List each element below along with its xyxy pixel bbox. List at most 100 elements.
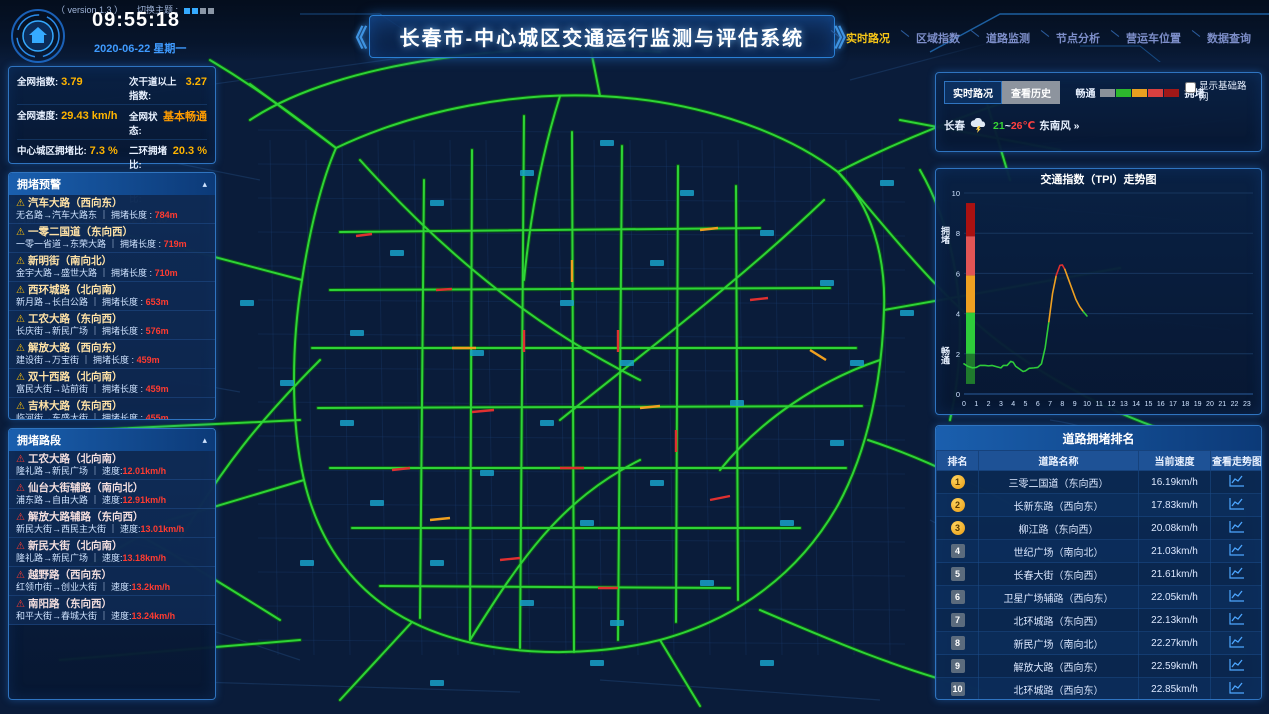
rank-speed: 21.61km/h (1139, 563, 1211, 586)
ranking-column-header: 排名 (937, 451, 979, 471)
svg-text:3: 3 (999, 401, 1003, 408)
congested-segments-panel: 拥堵路段 ▴ ⚠工农大路（北向南） 隆礼路→新民广场 ｜ 速度:12.01km/… (8, 428, 216, 700)
theme-swatch[interactable] (192, 8, 198, 14)
ranking-column-header: 查看走势图 (1211, 451, 1263, 471)
home-logo[interactable] (10, 8, 66, 69)
trend-chart-icon[interactable] (1229, 543, 1245, 556)
congestion-warning-title: 拥堵预警 (17, 176, 61, 192)
collapse-icon[interactable]: ▴ (202, 435, 207, 446)
nav-item[interactable]: 实时路况 (846, 30, 890, 46)
top-nav: 实时路况 区域指数 道路监测 节点分析 营运车位置 数据查询 (846, 30, 1251, 46)
warning-triangle-icon: ⚠ (16, 372, 25, 383)
trend-chart-icon[interactable] (1229, 589, 1245, 602)
rank-badge: 2 (951, 498, 965, 512)
warning-list-item[interactable]: ⚠西环城路（北向南） 新月路→长白公路 ｜ 拥堵长度 : 653m (9, 282, 215, 311)
alert-triangle-icon: ⚠ (16, 512, 25, 523)
trend-chart-icon[interactable] (1229, 497, 1245, 510)
trend-chart-icon[interactable] (1229, 566, 1245, 579)
rank-road-name: 卫星广场辅路（西向东） (979, 586, 1139, 609)
svg-text:6: 6 (1036, 401, 1040, 408)
alert-triangle-icon: ⚠ (16, 599, 25, 610)
svg-text:交通指数（TPI）走势图: 交通指数（TPI）走势图 (1040, 172, 1156, 186)
theme-swatches[interactable] (184, 8, 214, 14)
warning-list-item[interactable]: ⚠工农大路（东向西） 长庆街→新民广场 ｜ 拥堵长度 : 576m (9, 311, 215, 340)
congested-list-item[interactable]: ⚠工农大路（北向南） 隆礼路→新民广场 ｜ 速度:12.01km/h (9, 451, 215, 480)
tab-realtime[interactable]: 实时路况 (944, 81, 1002, 104)
warning-list-item[interactable]: ⚠汽车大路（西向东） 无名路→汽车大路东 ｜ 拥堵长度 : 784m (9, 195, 215, 224)
svg-text:13: 13 (1120, 401, 1128, 408)
tpi-line-chart: 交通指数（TPI）走势图0246810012345678910111213141… (936, 169, 1261, 414)
svg-text:18: 18 (1181, 401, 1189, 408)
trend-chart-icon[interactable] (1229, 474, 1245, 487)
nav-item[interactable]: 节点分析 (1056, 30, 1100, 46)
warning-list-item[interactable]: ⚠双十西路（北向南） 富民大街→站前街 ｜ 拥堵长度 : 459m (9, 369, 215, 398)
warning-list-item[interactable]: ⚠一零二国道（东向西） 一零一省道→东荣大路 ｜ 拥堵长度 : 719m (9, 224, 215, 253)
congested-list-item[interactable]: ⚠越野路（西向东） 红领巾街→创业大街 ｜ 速度:13.2km/h (9, 567, 215, 596)
rank-road-name: 解放大路（西向东） (979, 655, 1139, 678)
svg-text:0: 0 (956, 390, 960, 399)
rank-road-name: 长春大街（东向西） (979, 563, 1139, 586)
rank-badge: 3 (951, 521, 965, 535)
ranking-row: 5 长春大街（东向西） 21.61km/h (937, 563, 1263, 586)
page-title: 《 长春市-中心城区交通运行监测与评估系统 》 (368, 15, 835, 58)
warning-triangle-icon: ⚠ (16, 401, 25, 412)
svg-text:17: 17 (1169, 401, 1177, 408)
weather-city: 长春 (944, 118, 965, 133)
ranking-row: 10 北环城路（西向东） 22.85km/h (937, 678, 1263, 701)
weather-bar: 长春 21~26℃ 东南风 » (944, 118, 1253, 133)
show-base-network-toggle[interactable]: 显示基础路网 (1185, 81, 1253, 103)
rank-speed: 22.85km/h (1139, 678, 1211, 701)
svg-text:2: 2 (956, 350, 960, 359)
warning-list-item[interactable]: ⚠吉林大路（东向西） 临河街→东盛大街 ｜ 拥堵长度 : 455m (9, 398, 215, 420)
rank-road-name: 北环城路（东向西） (979, 609, 1139, 632)
overview-metric: 次干道以上指数:3.27 (129, 71, 207, 105)
congested-list-item[interactable]: ⚠新民大街（北向南） 隆礼路→新民广场 ｜ 速度:13.18km/h (9, 538, 215, 567)
base-network-label: 显示基础路网 (1199, 81, 1253, 103)
overview-metric: 中心城区拥堵比:7.3 % (17, 140, 129, 174)
svg-text:拥堵: 拥堵 (940, 225, 950, 245)
svg-text:15: 15 (1145, 401, 1153, 408)
theme-swatch[interactable] (200, 8, 206, 14)
rank-speed: 22.05km/h (1139, 586, 1211, 609)
trend-chart-icon[interactable] (1229, 520, 1245, 533)
congested-list-item[interactable]: ⚠仙台大街辅路（南向北） 浦东路→自由大路 ｜ 速度:12.91km/h (9, 480, 215, 509)
ranking-column-header: 当前速度 (1139, 451, 1211, 471)
alert-triangle-icon: ⚠ (16, 570, 25, 581)
warning-list-item[interactable]: ⚠新明街（南向北） 金宇大路→盛世大路 ｜ 拥堵长度 : 710m (9, 253, 215, 282)
trend-chart-icon[interactable] (1229, 658, 1245, 671)
svg-text:10: 10 (952, 189, 960, 198)
svg-text:0: 0 (962, 401, 966, 408)
congested-list-item[interactable]: ⚠南阳路（东向西） 和平大街→春城大街 ｜ 速度:13.24km/h (9, 596, 215, 625)
rank-badge: 8 (951, 636, 965, 650)
legend-color-scale (1100, 89, 1179, 97)
svg-text:9: 9 (1073, 401, 1077, 408)
dashboard: （ version 1.3 ） 切换主题 : 09:55:18 2020-06-… (0, 0, 1269, 714)
base-network-checkbox[interactable] (1185, 82, 1196, 93)
svg-text:4: 4 (956, 310, 960, 319)
nav-item[interactable]: 道路监测 (986, 30, 1030, 46)
theme-swatch[interactable] (184, 8, 190, 14)
theme-swatch[interactable] (208, 8, 214, 14)
trend-chart-icon[interactable] (1229, 681, 1245, 694)
rank-badge: 5 (951, 567, 965, 581)
nav-item[interactable]: 营运车位置 (1126, 30, 1181, 46)
rank-speed: 16.19km/h (1139, 471, 1211, 494)
trend-chart-icon[interactable] (1229, 635, 1245, 648)
ranking-title: 道路拥堵排名 (1062, 430, 1134, 447)
collapse-icon[interactable]: ▴ (202, 179, 207, 190)
svg-text:23: 23 (1243, 401, 1251, 408)
wind-direction: 东南风 » (1039, 118, 1079, 133)
warning-list-item[interactable]: ⚠解放大路（西向东） 建设街→万宝街 ｜ 拥堵长度 : 459m (9, 340, 215, 369)
tab-history[interactable]: 查看历史 (1002, 81, 1060, 104)
road-condition-panel: 实时路况查看历史 畅通 拥堵 显示基础路网 长春 21~26℃ 东南风 » (935, 72, 1262, 152)
nav-item[interactable]: 区域指数 (916, 30, 960, 46)
trend-chart-icon[interactable] (1229, 612, 1245, 625)
tpi-trend-chart-panel: 交通指数（TPI）走势图0246810012345678910111213141… (935, 168, 1262, 415)
congested-list-item[interactable]: ⚠解放大路辅路（东向西） 新民大街→西民主大街 ｜ 速度:13.01km/h (9, 509, 215, 538)
congestion-warning-list: ⚠汽车大路（西向东） 无名路→汽车大路东 ｜ 拥堵长度 : 784m ⚠一零二国… (9, 195, 215, 420)
ranking-row: 2 长新东路（西向东） 17.83km/h (937, 494, 1263, 517)
svg-text:19: 19 (1194, 401, 1202, 408)
nav-item[interactable]: 数据查询 (1207, 30, 1251, 46)
svg-text:7: 7 (1048, 401, 1052, 408)
rank-speed: 22.13km/h (1139, 609, 1211, 632)
